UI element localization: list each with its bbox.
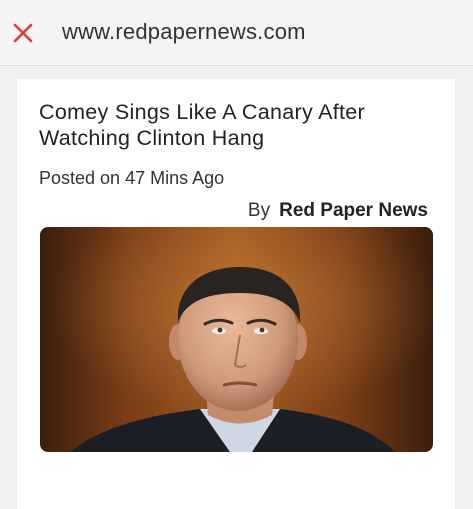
portrait-image — [40, 227, 433, 452]
url-text[interactable]: www.redpapernews.com — [62, 19, 306, 45]
posted-prefix: Posted on — [39, 168, 121, 188]
close-button[interactable] — [10, 20, 36, 46]
author-name[interactable]: Red Paper News — [279, 200, 428, 221]
article-headline[interactable]: Comey Sings Like A Canary After Watching… — [39, 99, 439, 151]
byline: By Red Paper News — [248, 200, 428, 222]
close-x-icon — [13, 23, 33, 43]
posted-time-value: 47 Mins Ago — [125, 168, 225, 188]
posted-time: Posted on 47 Mins Ago — [39, 168, 224, 189]
article-hero-image[interactable] — [40, 227, 433, 452]
by-label: By — [247, 200, 271, 221]
browser-toolbar: www.redpapernews.com — [0, 0, 473, 66]
article-card: Comey Sings Like A Canary After Watching… — [17, 79, 455, 509]
